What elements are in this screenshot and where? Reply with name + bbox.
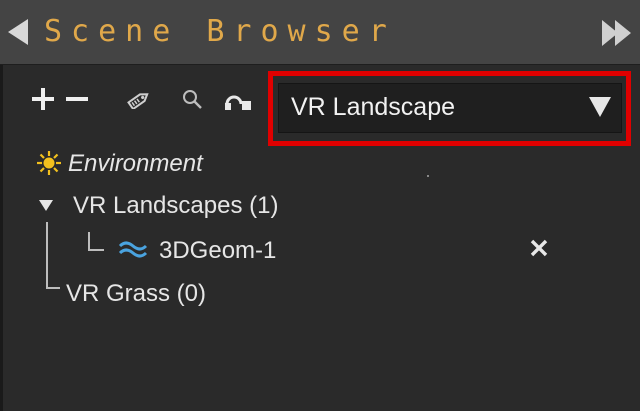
tree-connector-line <box>88 232 90 250</box>
tag-icon[interactable] <box>126 91 152 114</box>
expand-right-double-arrow-icon[interactable] <box>602 20 632 46</box>
dropdown-highlight-box <box>268 71 631 146</box>
collapse-left-arrow-icon[interactable] <box>8 19 28 45</box>
title-bar: Scene Browser <box>0 0 640 65</box>
tree-item-environment[interactable]: Environment <box>68 150 203 178</box>
plus-icon[interactable] <box>32 88 54 110</box>
landscape-wave-icon <box>118 238 148 267</box>
stray-pixel <box>427 175 429 177</box>
tree-item-3dgeom[interactable]: 3DGeom-1 <box>159 237 276 265</box>
minus-icon[interactable] <box>66 97 88 101</box>
scene-browser-window: Scene Browser VR Landscape Environment V… <box>0 0 640 411</box>
tree-connector-line <box>46 222 48 288</box>
tree-connector-line <box>88 249 104 251</box>
tree-item-vr-landscapes[interactable]: VR Landscapes (1) <box>73 192 278 220</box>
search-icon[interactable] <box>182 89 204 116</box>
window-title: Scene Browser <box>44 14 396 49</box>
sun-icon <box>36 150 62 181</box>
tree-connector-line <box>46 287 60 289</box>
expand-arrow-icon[interactable] <box>39 200 53 211</box>
tree-item-vr-grass[interactable]: VR Grass (0) <box>66 280 206 308</box>
link-icon[interactable] <box>224 90 252 117</box>
close-icon[interactable] <box>527 236 551 260</box>
